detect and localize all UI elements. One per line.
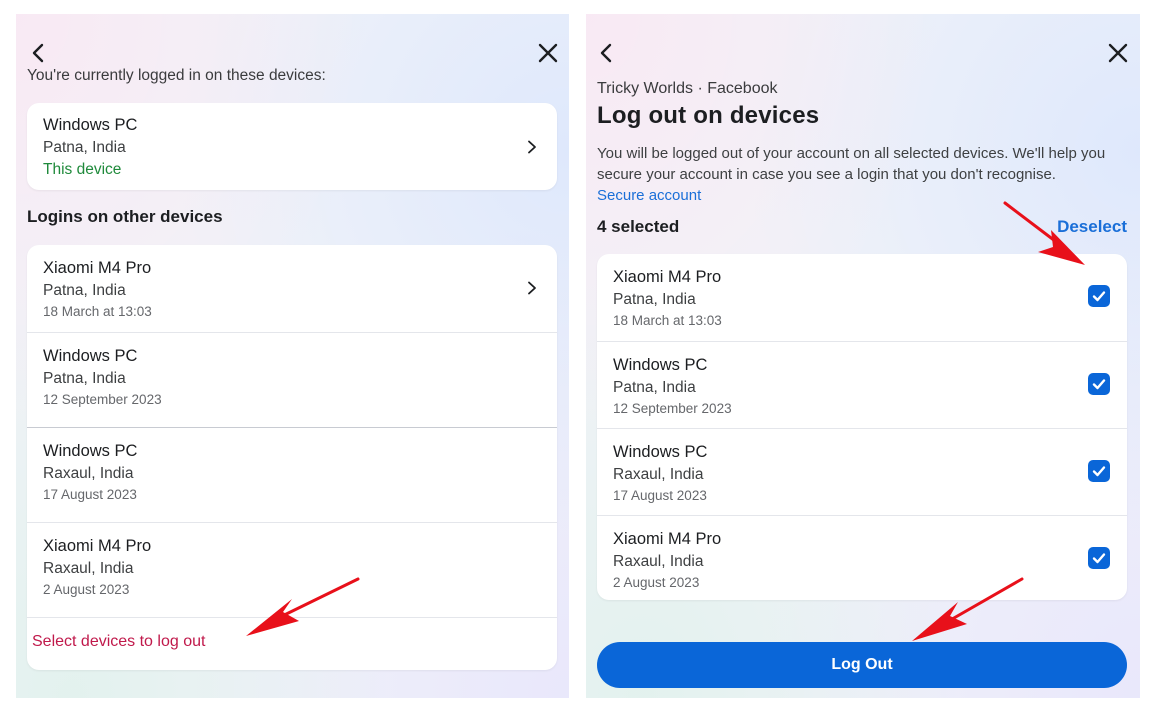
device-name: Xiaomi M4 Pro bbox=[613, 268, 722, 286]
device-date: 12 September 2023 bbox=[613, 401, 732, 416]
device-date: 2 August 2023 bbox=[43, 582, 130, 597]
device-row[interactable]: Windows PC Raxaul, India 17 August 2023 bbox=[597, 428, 1127, 515]
close-button[interactable] bbox=[1105, 40, 1131, 66]
left-panel: You're currently logged in on these devi… bbox=[16, 14, 569, 698]
device-name: Windows PC bbox=[43, 347, 138, 365]
device-location: Raxaul, India bbox=[43, 560, 134, 577]
device-location: Raxaul, India bbox=[613, 466, 704, 483]
account-subtitle: Tricky Worlds · Facebook bbox=[597, 80, 778, 97]
device-date: 18 March at 13:03 bbox=[43, 304, 152, 319]
device-name: Windows PC bbox=[613, 443, 708, 461]
page-title: Log out on devices bbox=[597, 102, 820, 129]
checkmark-icon bbox=[1092, 553, 1106, 564]
log-out-button[interactable]: Log Out bbox=[597, 642, 1127, 688]
device-checkbox[interactable] bbox=[1088, 373, 1110, 395]
device-date: 12 September 2023 bbox=[43, 392, 162, 407]
device-row[interactable]: Windows PC Raxaul, India 17 August 2023 bbox=[27, 427, 557, 522]
device-location: Patna, India bbox=[613, 379, 696, 396]
device-name: Windows PC bbox=[613, 356, 708, 374]
device-row[interactable]: Xiaomi M4 Pro Raxaul, India 2 August 202… bbox=[597, 515, 1127, 600]
back-button[interactable] bbox=[26, 40, 52, 66]
current-device-row[interactable]: Windows PC Patna, India This device bbox=[27, 103, 557, 190]
checkmark-icon bbox=[1092, 291, 1106, 302]
device-location: Patna, India bbox=[613, 291, 696, 308]
device-row[interactable]: Xiaomi M4 Pro Raxaul, India 2 August 202… bbox=[27, 522, 557, 617]
selected-count: 4 selected bbox=[597, 217, 680, 236]
description-text: You will be logged out of your account o… bbox=[597, 145, 1106, 183]
back-button[interactable] bbox=[594, 40, 620, 66]
device-date: 18 March at 13:03 bbox=[613, 313, 722, 328]
checkmark-icon bbox=[1092, 466, 1106, 477]
current-device-card[interactable]: Windows PC Patna, India This device bbox=[27, 103, 557, 190]
device-location: Patna, India bbox=[43, 282, 126, 299]
device-name: Windows PC bbox=[43, 116, 138, 134]
device-location: Raxaul, India bbox=[613, 553, 704, 570]
device-location: Raxaul, India bbox=[43, 465, 134, 482]
secure-account-link[interactable]: Secure account bbox=[597, 187, 701, 204]
chevron-left-icon bbox=[600, 43, 612, 63]
other-devices-heading: Logins on other devices bbox=[27, 207, 223, 226]
device-location: Patna, India bbox=[43, 370, 126, 387]
this-device-label: This device bbox=[43, 161, 122, 178]
select-devices-link[interactable]: Select devices to log out bbox=[32, 633, 205, 651]
chevron-left-icon bbox=[32, 43, 44, 63]
device-checkbox[interactable] bbox=[1088, 460, 1110, 482]
device-location: Patna, India bbox=[43, 139, 126, 156]
device-date: 2 August 2023 bbox=[613, 575, 700, 590]
close-icon bbox=[1108, 43, 1128, 63]
device-name: Xiaomi M4 Pro bbox=[613, 530, 722, 548]
device-date: 17 August 2023 bbox=[43, 487, 137, 502]
selected-devices-card: Xiaomi M4 Pro Patna, India 18 March at 1… bbox=[597, 254, 1127, 600]
device-checkbox[interactable] bbox=[1088, 285, 1110, 307]
chevron-right-icon bbox=[525, 281, 539, 295]
device-name: Xiaomi M4 Pro bbox=[43, 537, 152, 555]
close-icon bbox=[538, 43, 558, 63]
close-button[interactable] bbox=[535, 40, 561, 66]
device-row[interactable]: Windows PC Patna, India 12 September 202… bbox=[27, 332, 557, 427]
other-devices-card: Xiaomi M4 Pro Patna, India 18 March at 1… bbox=[27, 245, 557, 670]
devices-intro-text: You're currently logged in on these devi… bbox=[27, 67, 326, 84]
device-row[interactable]: Windows PC Patna, India 12 September 202… bbox=[597, 341, 1127, 428]
page-description: You will be logged out of your account o… bbox=[597, 143, 1107, 206]
chevron-right-icon bbox=[525, 140, 539, 154]
device-checkbox[interactable] bbox=[1088, 547, 1110, 569]
device-name: Xiaomi M4 Pro bbox=[43, 259, 152, 277]
checkmark-icon bbox=[1092, 379, 1106, 390]
device-row[interactable]: Xiaomi M4 Pro Patna, India 18 March at 1… bbox=[597, 254, 1127, 341]
deselect-button[interactable]: Deselect bbox=[1057, 217, 1127, 237]
device-date: 17 August 2023 bbox=[613, 488, 707, 503]
right-panel: Tricky Worlds · Facebook Log out on devi… bbox=[586, 14, 1140, 698]
device-row[interactable]: Xiaomi M4 Pro Patna, India 18 March at 1… bbox=[27, 245, 557, 332]
device-name: Windows PC bbox=[43, 442, 138, 460]
